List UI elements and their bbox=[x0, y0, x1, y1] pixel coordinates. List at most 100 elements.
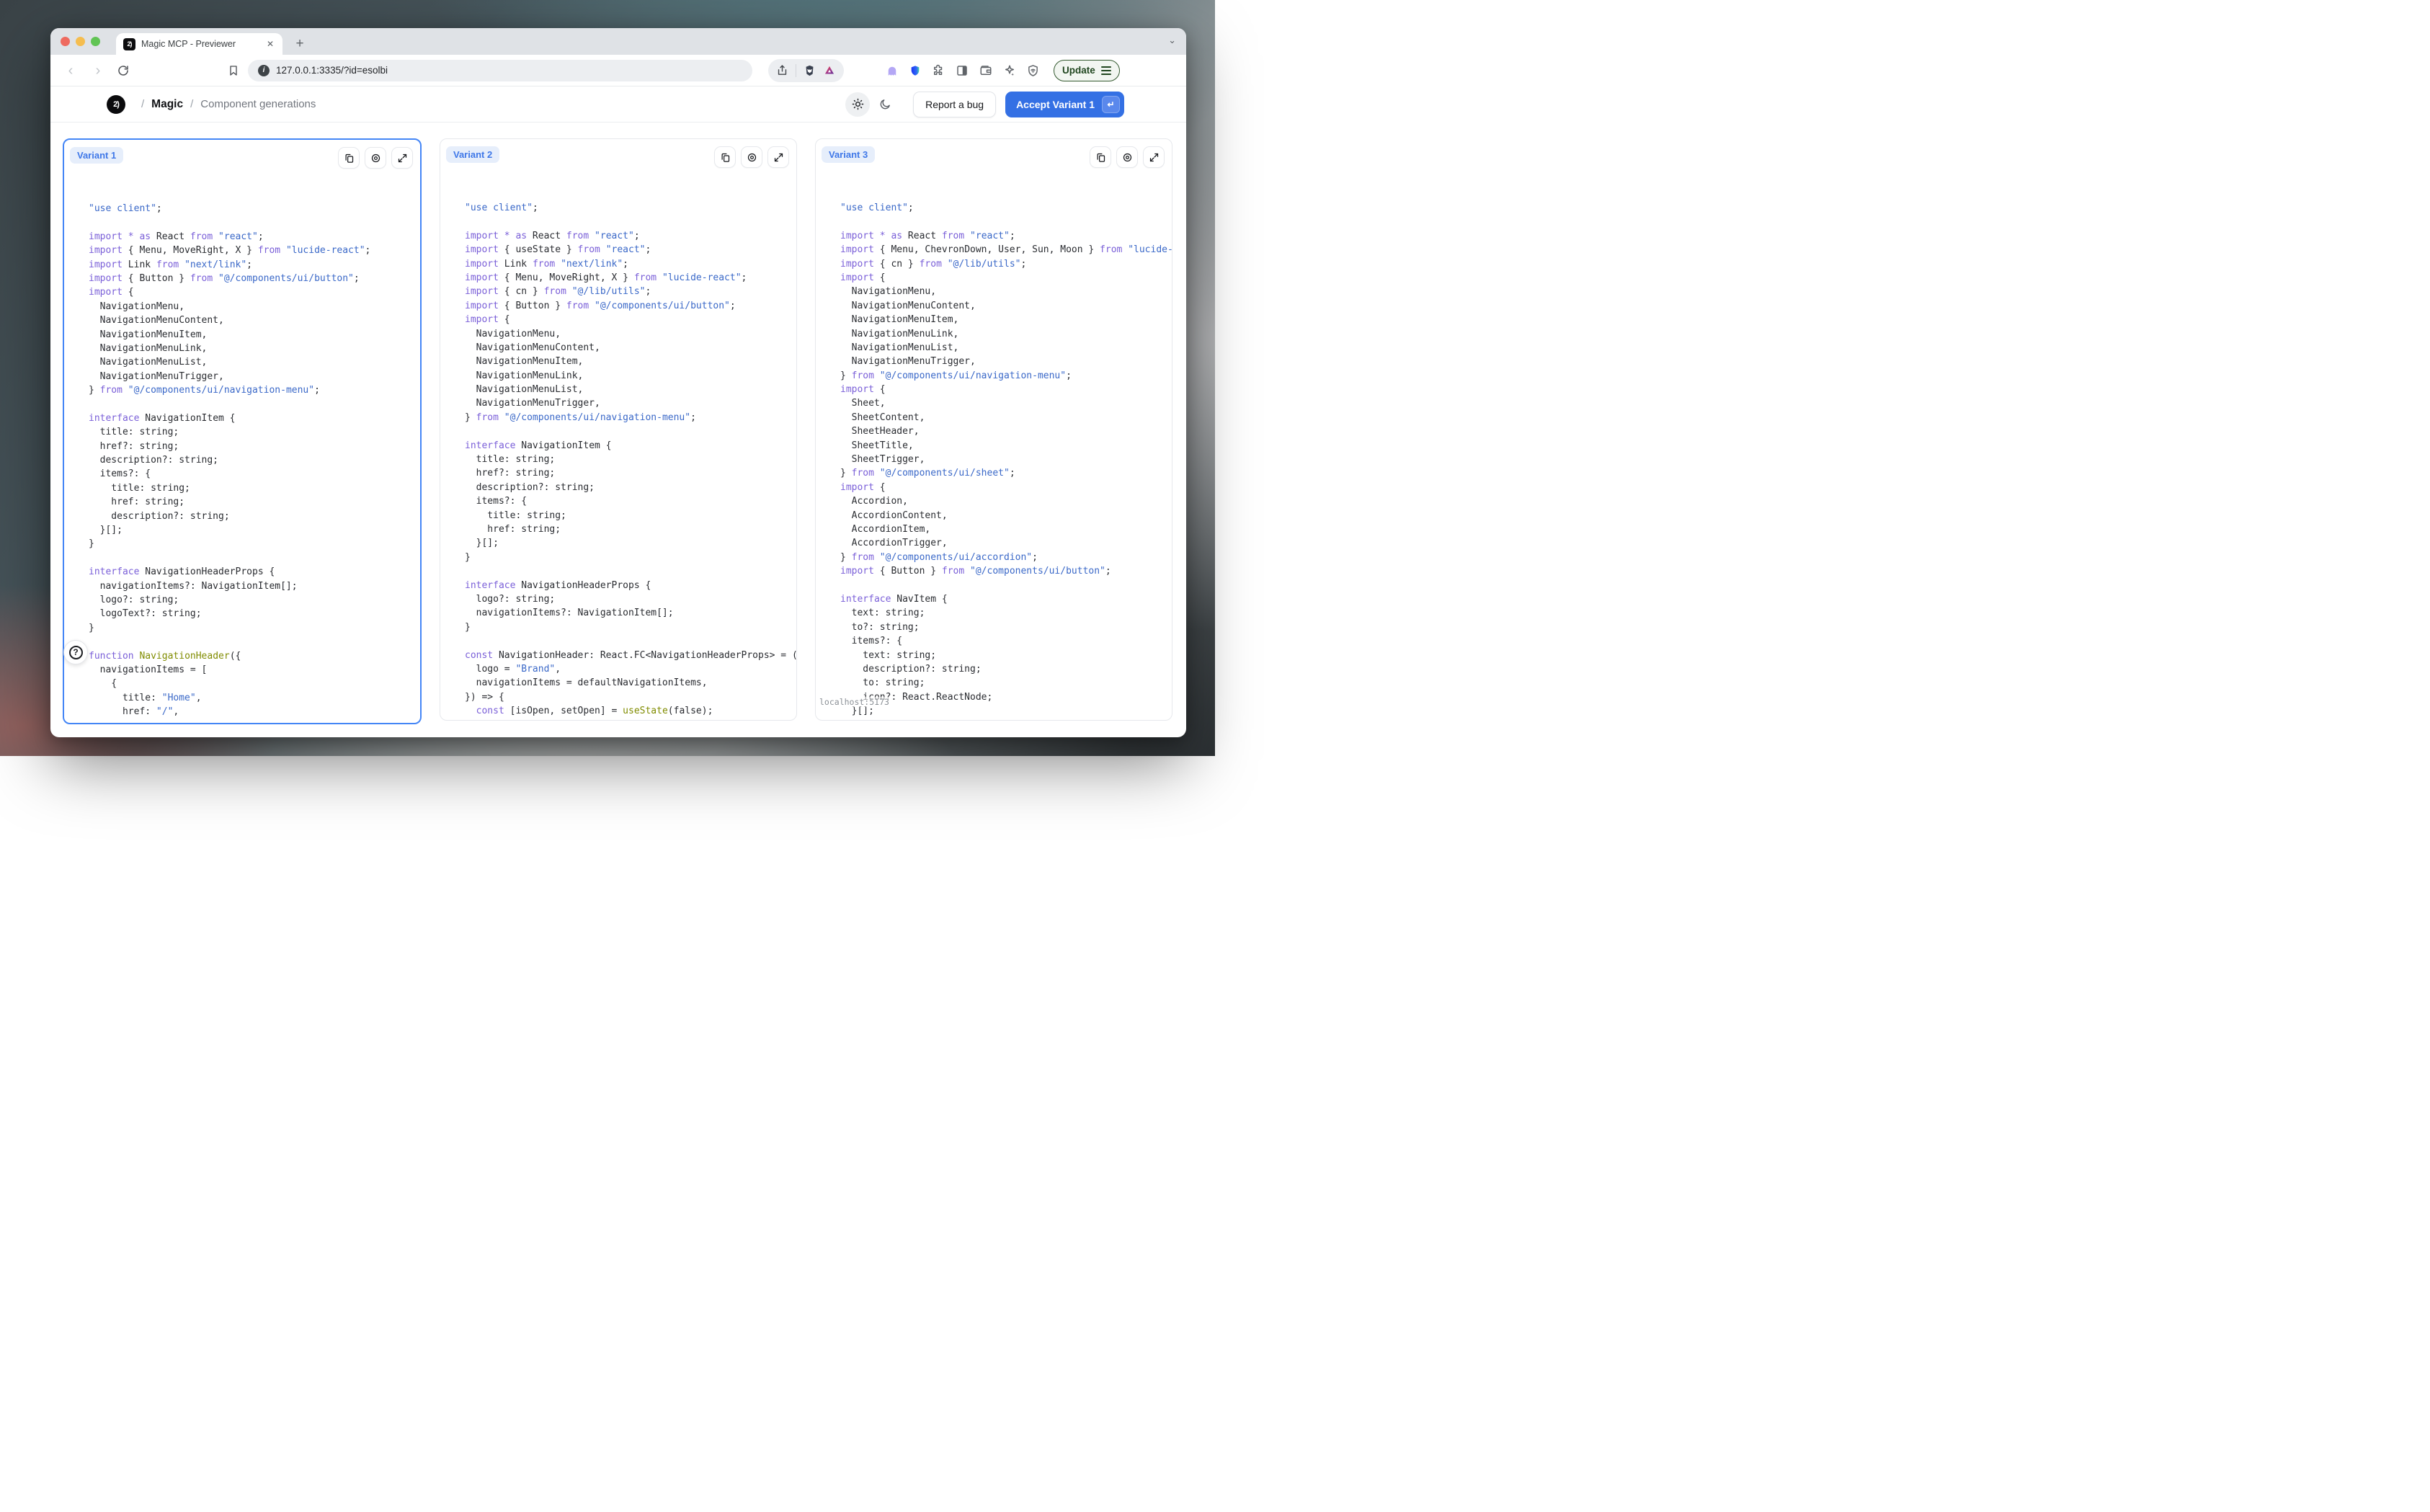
variant-panel-header: Variant 1 bbox=[64, 140, 420, 176]
code-line: NavigationMenuTrigger, bbox=[840, 355, 1172, 368]
code-line: import { Button } from "@/components/ui/… bbox=[465, 299, 796, 313]
code-line: "use client"; bbox=[465, 201, 796, 215]
code-line: title: "Home", bbox=[89, 691, 420, 705]
code-line bbox=[89, 635, 420, 649]
code-line bbox=[840, 215, 1172, 228]
bookmark-icon[interactable] bbox=[228, 65, 239, 76]
copy-icon bbox=[720, 152, 731, 163]
sidebar-icon[interactable] bbox=[956, 64, 969, 77]
wallet-icon[interactable] bbox=[979, 64, 992, 77]
new-tab-button[interactable]: + bbox=[291, 36, 308, 52]
code-line: NavigationMenuList, bbox=[465, 383, 796, 396]
expand-icon bbox=[773, 152, 784, 163]
variant-panel-header: Variant 2 bbox=[440, 139, 796, 175]
code-line: description?: string; bbox=[89, 453, 420, 467]
forward-icon[interactable]: › bbox=[89, 63, 107, 78]
brave-shields-lion-icon[interactable] bbox=[804, 64, 816, 77]
code-line: NavigationMenu, bbox=[465, 327, 796, 341]
code-line: interface NavItem { bbox=[840, 592, 1172, 606]
expand-button[interactable] bbox=[391, 147, 413, 169]
extension-icons bbox=[886, 64, 1039, 77]
preview-button[interactable] bbox=[741, 146, 762, 168]
code-line: NavigationMenuContent, bbox=[840, 299, 1172, 313]
variant-actions bbox=[714, 146, 789, 168]
leo-ai-sparkle-icon[interactable] bbox=[1003, 64, 1016, 77]
address-bar[interactable]: i 127.0.0.1:3335/?id=esolbi bbox=[248, 60, 752, 81]
variant-badge: Variant 3 bbox=[822, 146, 875, 163]
code-line: import * as React from "react"; bbox=[465, 229, 796, 243]
help-icon: ? bbox=[69, 646, 83, 659]
code-line: title: string; bbox=[465, 509, 796, 522]
code-line: description?: string; bbox=[465, 481, 796, 494]
site-info-icon[interactable]: i bbox=[258, 65, 270, 76]
code-line: import { cn } from "@/lib/utils"; bbox=[465, 285, 796, 298]
extensions-puzzle-icon[interactable] bbox=[932, 64, 945, 77]
vpn-shield-icon[interactable] bbox=[1027, 64, 1039, 77]
ghostery-ghost-icon[interactable] bbox=[886, 64, 899, 77]
brave-rewards-icon[interactable] bbox=[823, 64, 836, 76]
light-theme-button[interactable] bbox=[845, 92, 870, 117]
code-block: "use client";import * as React from "rea… bbox=[64, 176, 420, 719]
code-line: } bbox=[465, 551, 796, 564]
accept-variant-button[interactable]: Accept Variant 1 ↵ bbox=[1005, 92, 1124, 117]
code-line: } bbox=[465, 621, 796, 634]
code-line: logo = "Brand", bbox=[465, 662, 796, 676]
brand-logo[interactable]: 2) bbox=[107, 95, 125, 114]
preview-target-icon bbox=[370, 153, 381, 164]
code-line: import { bbox=[465, 313, 796, 326]
menu-hamburger-icon[interactable] bbox=[1101, 66, 1111, 75]
expand-button[interactable] bbox=[767, 146, 789, 168]
code-line: Sheet, bbox=[840, 396, 1172, 410]
code-line: to?: string; bbox=[840, 621, 1172, 634]
close-window-button[interactable] bbox=[61, 37, 70, 46]
variant-panel: Variant 3 "use cli bbox=[815, 138, 1172, 721]
expand-icon bbox=[397, 153, 408, 164]
code-line: SheetTrigger, bbox=[840, 453, 1172, 466]
report-bug-button[interactable]: Report a bug bbox=[913, 92, 996, 117]
tab-search-chevron-icon[interactable]: ⌄ bbox=[1168, 35, 1176, 46]
preview-button[interactable] bbox=[1116, 146, 1138, 168]
code-line: href: string; bbox=[465, 522, 796, 536]
code-line: } from "@/components/ui/navigation-menu"… bbox=[465, 411, 796, 424]
code-line: } from "@/components/ui/navigation-menu"… bbox=[89, 383, 420, 397]
code-line: } bbox=[89, 621, 420, 635]
help-button[interactable]: ? bbox=[63, 640, 88, 664]
expand-button[interactable] bbox=[1143, 146, 1165, 168]
copy-code-button[interactable] bbox=[338, 147, 360, 169]
dark-theme-button[interactable] bbox=[873, 92, 897, 117]
zoom-window-button[interactable] bbox=[91, 37, 100, 46]
code-line: import { bbox=[840, 271, 1172, 285]
code-line: const NavigationHeader: React.FC<Navigat… bbox=[465, 649, 796, 662]
tab-favicon: 2) bbox=[123, 38, 135, 50]
code-line: href: string; bbox=[89, 495, 420, 509]
url-text[interactable]: 127.0.0.1:3335/?id=esolbi bbox=[276, 65, 388, 76]
tab-bar: 2) Magic MCP - Previewer ✕ + ⌄ bbox=[50, 28, 1186, 55]
variant-panel: Variant 1 "use cli bbox=[63, 138, 422, 724]
share-icon[interactable] bbox=[776, 64, 788, 76]
browser-window: 2) Magic MCP - Previewer ✕ + ⌄ ‹ › i bbox=[50, 28, 1186, 737]
code-line: NavigationMenuList, bbox=[89, 355, 420, 369]
browser-tab[interactable]: 2) Magic MCP - Previewer ✕ bbox=[116, 33, 282, 55]
variant-badge: Variant 1 bbox=[70, 147, 123, 164]
code-line: import { useState } from "react"; bbox=[465, 243, 796, 257]
brave-actions-group bbox=[768, 59, 844, 82]
code-line: logoText?: string; bbox=[89, 607, 420, 621]
copy-code-button[interactable] bbox=[714, 146, 736, 168]
code-line: import Link from "next/link"; bbox=[89, 258, 420, 272]
copy-code-button[interactable] bbox=[1090, 146, 1111, 168]
preview-button[interactable] bbox=[365, 147, 386, 169]
update-button[interactable]: Update bbox=[1054, 60, 1120, 81]
back-icon[interactable]: ‹ bbox=[62, 63, 79, 78]
reload-icon[interactable] bbox=[117, 64, 130, 77]
code-line: SheetContent, bbox=[840, 411, 1172, 424]
variant-badge: Variant 2 bbox=[446, 146, 499, 163]
breadcrumb-brand[interactable]: Magic bbox=[151, 98, 183, 111]
code-line: NavigationMenuContent, bbox=[465, 341, 796, 355]
minimize-window-button[interactable] bbox=[76, 37, 85, 46]
code-line: } from "@/components/ui/navigation-menu"… bbox=[840, 369, 1172, 383]
code-line: text: string; bbox=[840, 606, 1172, 620]
shield-extension-icon[interactable] bbox=[909, 64, 921, 77]
tab-close-icon[interactable]: ✕ bbox=[264, 37, 277, 50]
code-line: NavigationMenu, bbox=[89, 300, 420, 313]
expand-icon bbox=[1149, 152, 1160, 163]
